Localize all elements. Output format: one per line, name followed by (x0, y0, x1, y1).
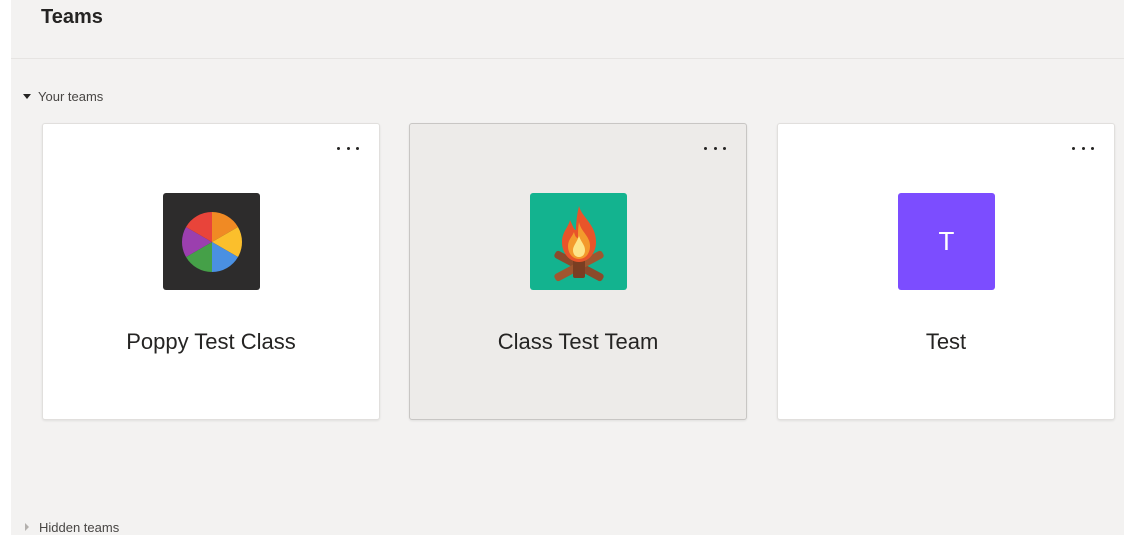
team-name: Test (925, 329, 967, 354)
team-avatar (163, 193, 260, 290)
more-options-icon[interactable] (704, 141, 726, 155)
team-name: Poppy Test Class (126, 329, 296, 354)
pie-chart-icon (181, 211, 242, 272)
your-teams-section-toggle[interactable]: Your teams (23, 86, 103, 106)
team-card-class-test-team[interactable]: Class Test Team (409, 123, 747, 420)
team-avatar: T (898, 193, 995, 290)
team-name: Class Test Team (497, 329, 659, 354)
team-card-poppy-test-class[interactable]: Poppy Test Class (42, 123, 380, 420)
your-teams-section-label: Your teams (38, 88, 104, 104)
caret-right-icon (25, 523, 29, 531)
team-card-test[interactable]: T Test (777, 123, 1115, 420)
avatar-letter: T (938, 226, 955, 256)
more-options-icon[interactable] (1072, 141, 1094, 155)
more-options-icon[interactable] (337, 141, 359, 155)
page-header: Teams (11, 0, 1124, 59)
teams-app: Teams Your teams Poppy Test Class Class … (11, 0, 1124, 535)
campfire-icon (553, 205, 604, 281)
caret-down-icon (23, 93, 31, 99)
page-title: Teams (41, 6, 103, 28)
hidden-teams-section-label: Hidden teams (39, 519, 120, 535)
hidden-teams-section-toggle[interactable]: Hidden teams (23, 517, 119, 537)
team-avatar (530, 193, 627, 290)
